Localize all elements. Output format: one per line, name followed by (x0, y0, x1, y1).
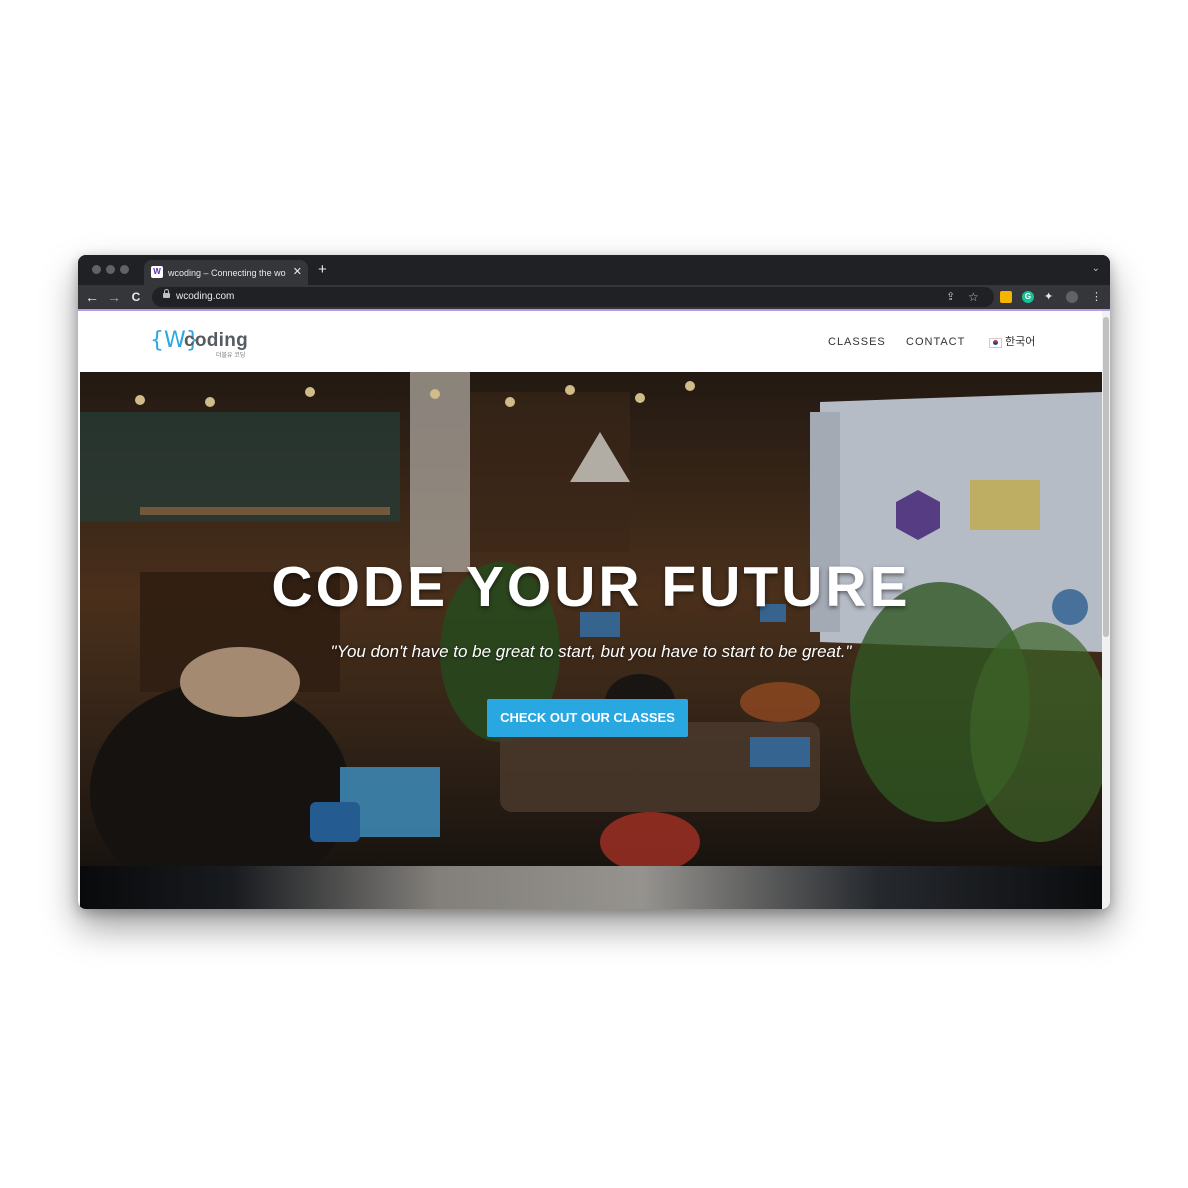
tab-strip: W wcoding – Connecting the wor ✕ + ⌄ (78, 255, 1110, 285)
share-icon[interactable]: ⇪ (946, 290, 955, 304)
minimize-window-dot[interactable] (106, 265, 115, 274)
browser-menu-icon[interactable]: ⋮ (1091, 290, 1102, 304)
hero-headline: CODE YOUR FUTURE (271, 555, 911, 619)
hero-section: CODE YOUR FUTURE "You don't have to be g… (80, 372, 1102, 866)
chevron-down-icon[interactable]: ⌄ (1092, 263, 1100, 274)
logo-subtitle: 더블유 코딩 (216, 353, 246, 359)
address-bar[interactable]: wcoding.com ⇪ ☆ (152, 287, 994, 307)
next-section-image (80, 866, 1102, 909)
logo-wordmark: coding (184, 330, 249, 351)
extension-icon-yellow[interactable] (1000, 291, 1012, 303)
page-scrollbar[interactable] (1102, 311, 1110, 909)
nav-language-link[interactable]: 한국어 (1005, 335, 1035, 349)
close-tab-icon[interactable]: ✕ (293, 264, 302, 280)
url-text: wcoding.com (176, 291, 235, 302)
browser-window: W wcoding – Connecting the wor ✕ + ⌄ ← →… (78, 255, 1110, 909)
bookmark-star-icon[interactable]: ☆ (968, 290, 979, 304)
forward-arrow-icon[interactable]: → (106, 288, 122, 306)
new-tab-icon[interactable]: + (318, 262, 327, 278)
lock-icon[interactable] (163, 289, 170, 298)
zoom-window-dot[interactable] (120, 265, 129, 274)
profile-avatar[interactable] (1066, 291, 1078, 303)
back-arrow-icon[interactable]: ← (84, 288, 100, 306)
page-viewport: {W} coding 더블유 코딩 CLASSES CONTACT 한국어 CO… (78, 309, 1110, 909)
wcoding-logo[interactable]: {W} coding 더블유 코딩 (150, 327, 260, 359)
check-out-classes-button[interactable]: CHECK OUT OUR CLASSES (487, 699, 688, 737)
nav-classes-link[interactable]: CLASSES (828, 335, 886, 349)
wcoding-favicon-icon: W (151, 266, 163, 278)
tab-title: wcoding – Connecting the wor (168, 268, 286, 278)
grammarly-icon[interactable]: G (1022, 291, 1034, 303)
site-header: {W} coding 더블유 코딩 CLASSES CONTACT 한국어 (80, 311, 1102, 372)
reload-icon[interactable]: C (128, 288, 144, 306)
extensions-puzzle-icon[interactable]: ✦ (1044, 290, 1053, 304)
hero-quote: "You don't have to be great to start, bu… (330, 642, 852, 661)
close-window-dot[interactable] (92, 265, 101, 274)
scrollbar-thumb[interactable] (1103, 317, 1109, 637)
browser-tab[interactable]: W wcoding – Connecting the wor ✕ (144, 260, 308, 285)
korean-flag-icon[interactable] (989, 338, 1002, 348)
browser-toolbar: ← → C wcoding.com ⇪ ☆ G ✦ ⋮ (78, 285, 1110, 309)
nav-contact-link[interactable]: CONTACT (906, 335, 965, 349)
